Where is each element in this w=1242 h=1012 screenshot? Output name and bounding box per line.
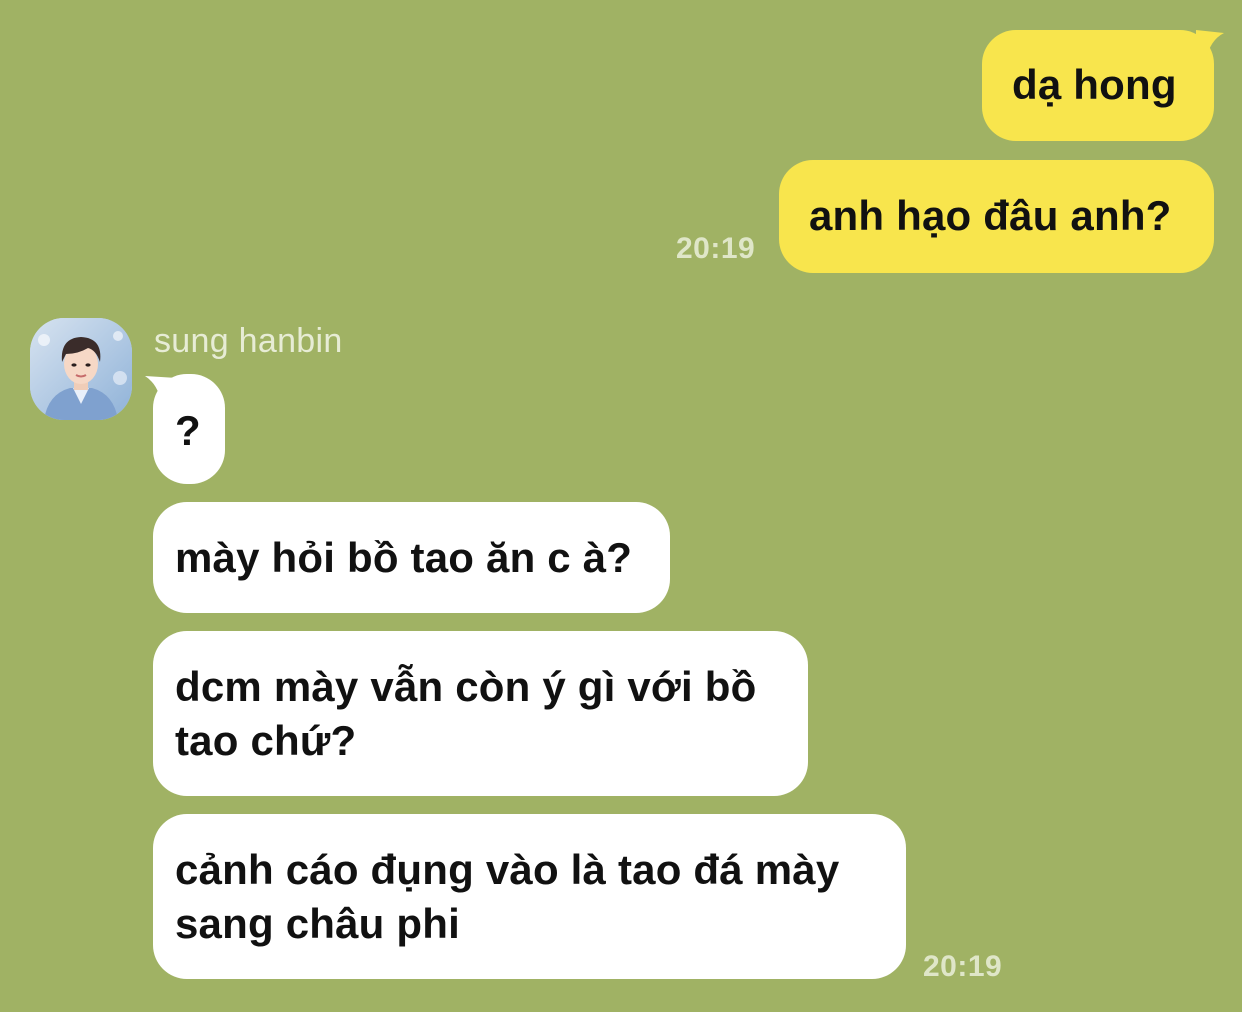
- sender-name: sung hanbin: [154, 322, 343, 360]
- outgoing-message[interactable]: dạ hong: [982, 30, 1214, 141]
- incoming-message[interactable]: ?: [153, 374, 225, 484]
- chat-thread: dạ hong anh hạo đâu anh? 20:19 sung hanb…: [0, 0, 1242, 1012]
- message-text: dcm mày vẫn còn ý gì với bồ tao chứ?: [175, 663, 757, 764]
- incoming-message[interactable]: mày hỏi bồ tao ăn c à?: [153, 502, 670, 613]
- bubble-tail-icon: [1196, 30, 1224, 60]
- avatar[interactable]: [30, 318, 132, 420]
- message-text: dạ hong: [1012, 61, 1177, 108]
- message-text: anh hạo đâu anh?: [809, 192, 1172, 239]
- timestamp: 20:19: [676, 232, 756, 265]
- incoming-message[interactable]: cảnh cáo đụng vào là tao đá mày sang châ…: [153, 814, 906, 979]
- profile-photo-avatar-icon: [30, 318, 132, 420]
- message-text: ?: [175, 407, 201, 454]
- timestamp: 20:19: [923, 950, 1003, 983]
- outgoing-message[interactable]: anh hạo đâu anh?: [779, 160, 1214, 273]
- message-text: cảnh cáo đụng vào là tao đá mày sang châ…: [175, 846, 840, 947]
- message-text: mày hỏi bồ tao ăn c à?: [175, 534, 633, 581]
- incoming-message[interactable]: dcm mày vẫn còn ý gì với bồ tao chứ?: [153, 631, 808, 796]
